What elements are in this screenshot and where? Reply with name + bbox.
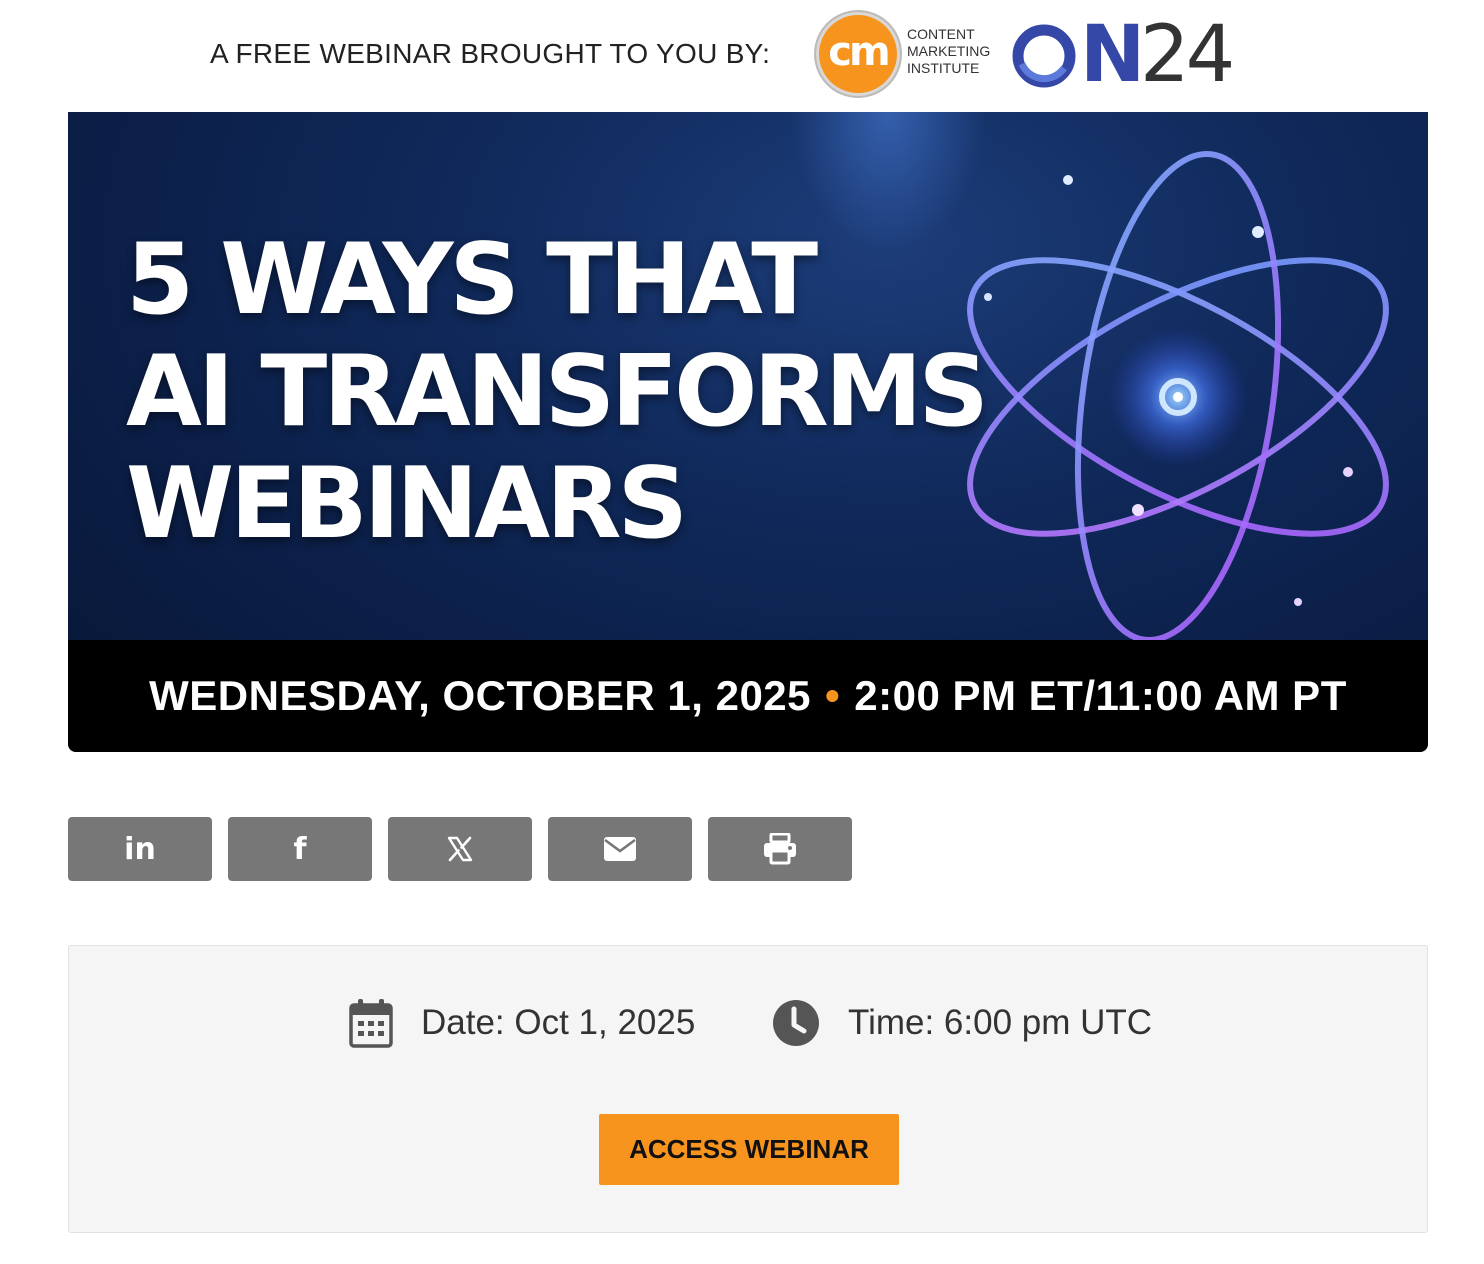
share-facebook-button[interactable]: f [228,817,372,881]
cmi-logo-line: CONTENT [907,26,975,42]
on24-logo-number: 24 [1140,10,1235,100]
webinar-banner: 5 WAYS THAT AI TRANSFORMS WEBINARS WEDNE… [68,112,1428,752]
event-time: Time: 6:00 pm UTC [772,996,1152,1050]
print-icon [764,833,796,865]
on24-logo-letter: N [1080,10,1145,100]
banner-separator: • [825,672,841,719]
banner-time: 2:00 PM ET/11:00 AM PT [854,672,1347,719]
banner-date: WEDNESDAY, OCTOBER 1, 2025 [149,672,812,719]
calendar-icon [349,999,393,1048]
share-x-button[interactable] [388,817,532,881]
share-buttons: in f [68,817,852,881]
cmi-logo-initials: cm [828,29,890,75]
clock-icon [773,1000,819,1046]
cmi-logo-badge: cm [816,12,900,96]
access-webinar-button[interactable]: ACCESS WEBINAR [599,1114,899,1185]
banner-title-line: AI TRANSFORMS [126,335,989,449]
cmi-logo-wordmark: CONTENT MARKETING INSTITUTE [907,26,990,77]
event-date-text: Date: Oct 1, 2025 [421,1003,696,1042]
content-marketing-institute-logo[interactable]: cm CONTENT MARKETING INSTITUTE [816,12,996,98]
on24-o-icon [1012,24,1076,88]
event-info-panel: Date: Oct 1, 2025 Time: 6:00 pm UTC ACCE… [68,945,1428,1233]
email-icon [604,837,636,861]
event-details-row: Date: Oct 1, 2025 Time: 6:00 pm UTC [69,996,1427,1050]
linkedin-icon: in [124,831,156,867]
x-icon [447,836,473,862]
event-date: Date: Oct 1, 2025 [349,996,695,1050]
share-linkedin-button[interactable]: in [68,817,212,881]
facebook-icon: f [293,831,307,867]
banner-title: 5 WAYS THAT AI TRANSFORMS WEBINARS [126,223,989,561]
sponsor-bar: A FREE WEBINAR BROUGHT TO YOU BY: cm CON… [0,0,1484,108]
banner-title-line: WEBINARS [126,447,688,561]
share-print-button[interactable] [708,817,852,881]
on24-logo[interactable]: N 24 [1012,10,1252,100]
cmi-logo-line: INSTITUTE [907,60,980,76]
banner-date-strip: WEDNESDAY, OCTOBER 1, 2025 • 2:00 PM ET/… [68,640,1428,752]
event-time-text: Time: 6:00 pm UTC [848,1003,1153,1042]
share-email-button[interactable] [548,817,692,881]
banner-title-line: 5 WAYS THAT [126,223,818,337]
atom-icon [967,151,1389,643]
cmi-logo-line: MARKETING [907,43,991,59]
sponsor-text: A FREE WEBINAR BROUGHT TO YOU BY: [210,38,771,69]
